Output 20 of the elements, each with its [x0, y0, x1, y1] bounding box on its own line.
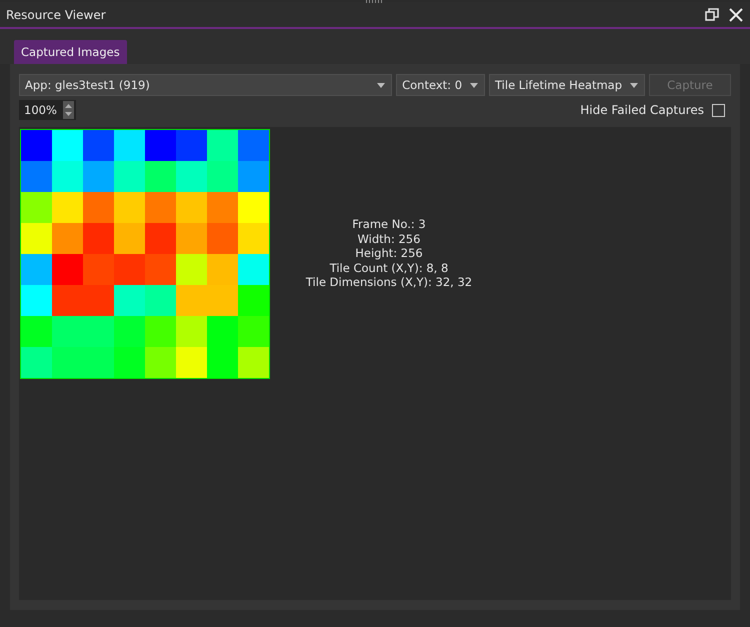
tab[interactable]: Captured Images — [14, 40, 127, 64]
spin-arrows-icon[interactable] — [62, 101, 74, 119]
hide-failed-checkbox[interactable] — [712, 104, 725, 116]
mode-dropdown[interactable]: Tile Lifetime Heatmap — [489, 74, 645, 96]
caret-icon — [470, 82, 478, 88]
zoom-spinbox[interactable]: 100% — [19, 100, 76, 120]
context-dropdown[interactable]: Context: 0 — [396, 74, 486, 96]
restore-icon[interactable] — [704, 6, 720, 22]
info-text: Tile Dimensions (X,Y): 32, 32 — [304, 275, 474, 290]
caret-icon — [630, 82, 638, 88]
info-text: Frame No.: 3 — [351, 217, 427, 232]
hide-failed-label: Hide Failed Captures — [580, 103, 704, 117]
info-text: Height: 256 — [354, 246, 424, 260]
app-dropdown[interactable]: App: gles3test1 (919) — [19, 74, 392, 96]
info-text: Tile Count (X,Y): 8, 8 — [328, 260, 450, 275]
caret-icon — [377, 82, 386, 88]
drag-handle-icon[interactable] — [366, 0, 384, 3]
window-title: Resource Viewer — [6, 8, 107, 22]
close-icon[interactable] — [728, 6, 744, 22]
info-text: Width: 256 — [356, 232, 422, 246]
